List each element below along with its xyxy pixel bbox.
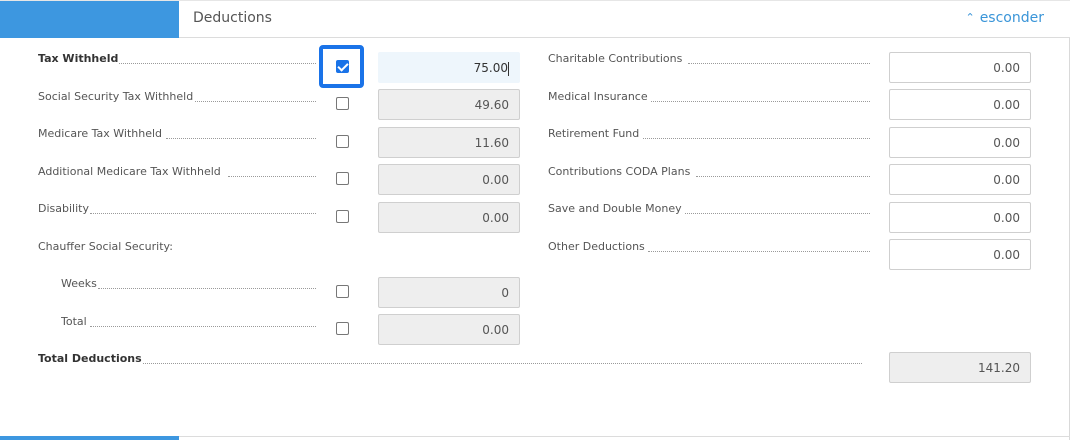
header-accent-bar [0,1,179,38]
label-contributions-coda: Contributions CODA Plans [548,165,692,178]
label-medicare: Medicare Tax Withheld [38,127,164,140]
dotted-leader [90,213,316,214]
input-disability: 0.00 [378,202,520,233]
label-weeks: Weeks [61,277,98,290]
collapse-toggle-label: esconder [979,10,1044,26]
input-total: 0.00 [378,314,520,345]
label-total: Total [61,315,88,328]
dotted-leader [648,251,870,252]
deductions-panel: Deductions ⌃ esconder Tax Withheld 75.00… [0,0,1070,440]
dotted-leader [651,101,870,102]
label-other-deductions: Other Deductions [548,240,646,253]
input-charitable-contributions[interactable]: 0.00 [889,52,1031,83]
input-medical-insurance[interactable]: 0.00 [889,89,1031,120]
checkbox-total[interactable] [336,322,349,335]
input-contributions-coda[interactable]: 0.00 [889,164,1031,195]
checkbox-weeks[interactable] [336,285,349,298]
label-medical-insurance: Medical Insurance [548,90,649,103]
checkbox-additional-medicare[interactable] [336,172,349,185]
input-other-deductions[interactable]: 0.00 [889,239,1031,270]
collapse-toggle[interactable]: ⌃ esconder [965,10,1044,26]
output-total-deductions: 141.20 [889,352,1031,383]
checkbox-social-security[interactable] [336,97,349,110]
input-medicare: 11.60 [378,127,520,158]
label-retirement-fund: Retirement Fund [548,127,641,140]
chevron-up-icon: ⌃ [965,10,975,24]
checkbox-disability[interactable] [336,210,349,223]
dotted-leader [166,138,316,139]
dotted-leader [195,101,316,102]
next-section-divider [179,436,1070,437]
input-tax-withheld[interactable]: 75.00 [378,52,520,83]
input-additional-medicare: 0.00 [378,164,520,195]
dotted-leader [98,288,316,289]
checkbox-tax-withheld[interactable] [336,60,349,73]
label-chauffer-social-security: Chauffer Social Security: [38,240,174,253]
label-charitable-contributions: Charitable Contributions [548,52,684,65]
dotted-leader [688,63,870,64]
label-social-security: Social Security Tax Withheld [38,90,195,103]
label-disability: Disability [38,202,90,215]
dotted-leader [110,63,316,64]
input-weeks: 0 [378,277,520,308]
dotted-leader [90,326,316,327]
input-retirement-fund[interactable]: 0.00 [889,127,1031,158]
checkbox-medicare[interactable] [336,135,349,148]
dotted-leader [643,138,870,139]
section-header: Deductions ⌃ esconder [0,0,1070,38]
dotted-leader [140,363,862,364]
section-title: Deductions [193,10,272,26]
label-total-deductions: Total Deductions [38,352,143,365]
dotted-leader [696,176,870,177]
label-save-and-double-money: Save and Double Money [548,202,683,215]
dotted-leader [685,213,870,214]
input-save-and-double-money[interactable]: 0.00 [889,202,1031,233]
next-section-accent-bar [0,436,179,440]
label-additional-medicare: Additional Medicare Tax Withheld [38,165,222,178]
dotted-leader [228,176,316,177]
input-social-security: 49.60 [378,89,520,120]
label-tax-withheld: Tax Withheld [38,52,120,65]
